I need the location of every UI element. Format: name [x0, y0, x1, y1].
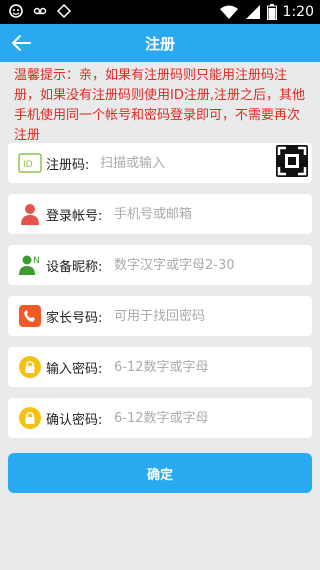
- login-account-input[interactable]: [114, 200, 304, 228]
- confirm-password-label: 确认密码:: [46, 413, 103, 428]
- confirm-password-input[interactable]: [114, 404, 304, 432]
- lock-icon: [19, 407, 41, 429]
- notice-text: 温馨提示：亲，如果有注册码则只能用注册码注册，如果没有注册码则使用ID注册,注册…: [14, 68, 305, 143]
- signal-icon: [245, 5, 260, 19]
- confirm-button[interactable]: 确定: [8, 453, 312, 493]
- password-input[interactable]: [114, 353, 304, 381]
- voicemail-icon: [33, 7, 47, 15]
- smile-icon: [9, 4, 23, 18]
- svg-text:N: N: [33, 256, 40, 266]
- device-nickname-label: 设备昵称:: [46, 260, 103, 275]
- id-icon: ID: [18, 153, 42, 173]
- parent-number-label: 家长号码:: [46, 311, 103, 326]
- parent-number-row: 家长号码:: [8, 296, 312, 336]
- device-nickname-input[interactable]: [114, 251, 304, 279]
- sync-icon: [56, 3, 72, 19]
- page-title: 注册: [144, 35, 175, 53]
- registration-code-label: 注册码:: [46, 158, 90, 173]
- parent-number-input[interactable]: [114, 302, 304, 330]
- phone-icon: [19, 305, 41, 327]
- confirm-password-row: 确认密码:: [8, 398, 312, 438]
- device-nickname-icon: N: [19, 255, 40, 275]
- qr-scan-icon: [277, 146, 307, 176]
- status-bar: 1:20: [0, 0, 320, 24]
- app-bar: 注册: [0, 24, 320, 62]
- registration-code-row: ID 注册码:: [8, 143, 312, 183]
- login-account-row: 登录帐号:: [8, 194, 312, 234]
- scan-qr-button[interactable]: [276, 145, 308, 177]
- device-nickname-row: N 设备昵称:: [8, 245, 312, 285]
- clock: 1:20: [282, 4, 314, 20]
- login-account-label: 登录帐号:: [46, 209, 103, 224]
- registration-code-input[interactable]: [100, 149, 270, 177]
- svg-text:ID: ID: [23, 160, 33, 170]
- lock-icon: [19, 356, 41, 378]
- wifi-icon: [219, 5, 238, 19]
- user-icon: [21, 204, 39, 225]
- password-label: 输入密码:: [46, 362, 103, 377]
- battery-icon: [266, 4, 277, 20]
- password-row: 输入密码:: [8, 347, 312, 387]
